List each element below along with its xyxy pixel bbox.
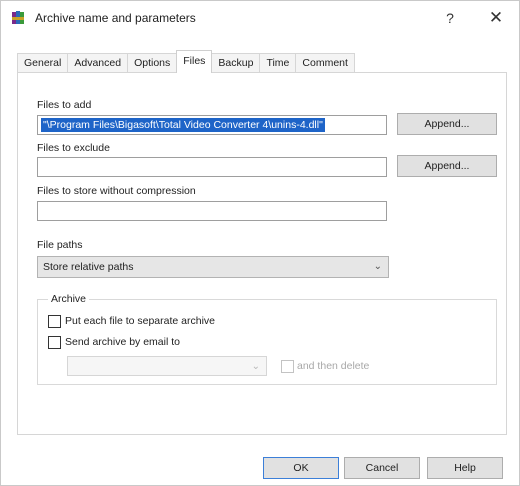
files-to-exclude-label: Files to exclude [37,142,110,154]
tab-files[interactable]: Files [176,50,213,73]
ok-button[interactable]: OK [263,457,339,479]
then-delete-label[interactable]: and then delete [297,360,369,372]
tab-advanced[interactable]: Advanced [67,53,129,73]
file-paths-label: File paths [37,239,83,251]
files-to-add-input[interactable]: "\Program Files\Bigasoft\Total Video Con… [37,115,387,135]
tab-options[interactable]: Options [127,53,178,73]
no-compression-label: Files to store without compression [37,185,196,197]
chevron-down-icon: ⌄ [373,261,382,272]
cancel-button[interactable]: Cancel [344,457,420,479]
append-add-button[interactable]: Append... [397,113,497,135]
help-button[interactable]: Help [427,457,503,479]
file-paths-select[interactable]: Store relative paths ⌄ [37,256,389,278]
chevron-down-icon: ⌄ [251,361,260,372]
then-delete-checkbox[interactable] [281,360,294,373]
files-to-exclude-input[interactable] [37,157,387,177]
separate-archive-label[interactable]: Put each file to separate archive [65,315,215,327]
send-email-checkbox[interactable] [48,336,61,349]
tab-general[interactable]: General [17,53,69,73]
files-to-add-value: "\Program Files\Bigasoft\Total Video Con… [41,118,325,132]
winrar-books-icon [11,10,27,26]
tab-strip: General Advanced Options Files Backup Ti… [17,50,355,73]
tab-time[interactable]: Time [259,53,297,73]
tab-comment[interactable]: Comment [295,53,355,73]
window-title: Archive name and parameters [35,11,196,25]
title-bar: Archive name and parameters ? ✕ [1,1,519,35]
help-title-button[interactable]: ? [437,7,463,29]
send-email-label[interactable]: Send archive by email to [65,336,180,348]
archive-group-title: Archive [48,293,90,305]
tab-backup[interactable]: Backup [211,53,261,73]
close-button[interactable]: ✕ [481,7,511,29]
no-compression-input[interactable] [37,201,387,221]
email-address-select[interactable]: ⌄ [67,356,267,376]
append-exclude-button[interactable]: Append... [397,155,497,177]
files-to-add-label: Files to add [37,99,92,111]
separate-archive-checkbox[interactable] [48,315,61,328]
archive-dialog: Archive name and parameters ? ✕ General … [0,0,520,486]
file-paths-value: Store relative paths [43,261,134,273]
